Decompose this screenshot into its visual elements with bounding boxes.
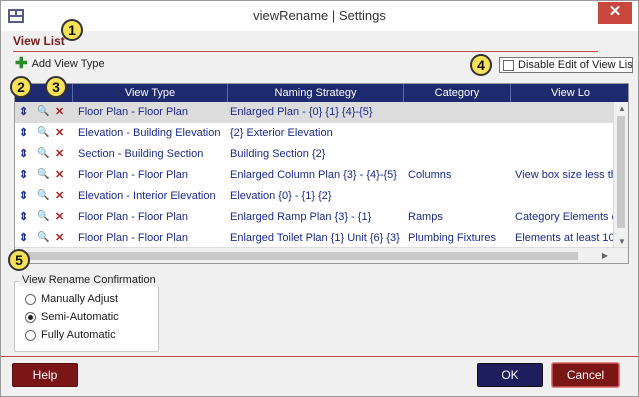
table-row[interactable]: ⇕ 🔍 ✕ Floor Plan - Floor Plan Enlarged Toile… xyxy=(15,228,628,249)
table-row[interactable]: ⇕ 🔍 ✕ Floor Plan - Floor Plan Enlarged Plan … xyxy=(15,102,628,123)
horizontal-scrollbar[interactable]: ▶ xyxy=(15,247,628,263)
ok-button[interactable]: OK xyxy=(477,363,543,387)
cell-view-logic xyxy=(515,144,613,165)
callout-3: 3 xyxy=(45,76,67,98)
cell-view-type: Elevation - Interior Elevation xyxy=(78,190,216,202)
table-row[interactable]: ⇕ 🔍 ✕ Elevation - Interior Elevation Elevati… xyxy=(15,186,628,207)
cell-view-logic xyxy=(515,123,613,144)
cell-category xyxy=(408,123,509,144)
radio-option[interactable]: Semi-Automatic xyxy=(25,311,119,323)
cell-view-type: Floor Plan - Floor Plan xyxy=(78,106,189,118)
move-icon[interactable]: ⇕ xyxy=(19,169,28,181)
table-row[interactable]: ⇕ 🔍 ✕ Floor Plan - Floor Plan Enlarged Ramp … xyxy=(15,207,628,228)
callout-2: 2 xyxy=(10,76,32,98)
checkbox-box[interactable] xyxy=(503,59,514,71)
delete-icon[interactable]: ✕ xyxy=(55,190,64,202)
vertical-scroll-thumb[interactable] xyxy=(617,116,625,228)
scroll-right-icon[interactable]: ▶ xyxy=(602,251,608,260)
radio-option[interactable]: Manually Adjust xyxy=(25,293,118,305)
cell-view-logic: Elements at least 10% xyxy=(515,232,613,244)
settings-window: viewRename | Settings ✕ View List ✚ Add … xyxy=(0,0,639,397)
radio-button[interactable] xyxy=(25,311,36,323)
view-icon[interactable]: 🔍 xyxy=(37,211,49,223)
cell-naming-strategy: Enlarged Column Plan {3} - {4}-{5} xyxy=(230,169,397,181)
header-view-type[interactable]: View Type xyxy=(72,84,227,102)
move-icon[interactable]: ⇕ xyxy=(19,190,28,202)
view-icon[interactable]: 🔍 xyxy=(37,148,49,160)
cell-category: Columns xyxy=(408,169,452,181)
cell-naming-strategy: Enlarged Toilet Plan {1} Unit {6} {3} xyxy=(230,232,400,244)
table-row[interactable]: ⇕ 🔍 ✕ Floor Plan - Floor Plan Enlarged Colum… xyxy=(15,165,628,186)
header-naming-strategy[interactable]: Naming Strategy xyxy=(227,84,403,102)
view-icon[interactable]: 🔍 xyxy=(37,190,49,202)
view-list-heading: View List xyxy=(13,34,65,48)
vertical-scrollbar[interactable]: ▲ ▼ xyxy=(613,102,628,248)
cell-category: Plumbing Fixtures xyxy=(408,232,497,244)
view-icon[interactable]: 🔍 xyxy=(37,232,49,244)
divider xyxy=(13,51,598,52)
header-view-logic[interactable]: View Lo xyxy=(510,84,628,102)
cell-view-logic xyxy=(515,102,613,123)
cell-view-type: Floor Plan - Floor Plan xyxy=(78,169,189,181)
move-icon[interactable]: ⇕ xyxy=(19,127,28,139)
radio-button[interactable] xyxy=(25,293,36,305)
move-icon[interactable]: ⇕ xyxy=(19,106,28,118)
cell-category xyxy=(408,102,509,123)
header-category[interactable]: Category xyxy=(403,84,510,102)
delete-icon[interactable]: ✕ xyxy=(55,169,64,181)
move-icon[interactable]: ⇕ xyxy=(19,211,28,223)
add-view-type-button[interactable]: ✚ Add View Type xyxy=(15,55,105,72)
scroll-down-icon[interactable]: ▼ xyxy=(618,237,626,246)
cell-naming-strategy: Enlarged Ramp Plan {3} - {1} xyxy=(230,211,372,223)
disable-edit-label: Disable Edit of View List xyxy=(518,59,633,71)
delete-icon[interactable]: ✕ xyxy=(55,232,64,244)
add-view-type-label: Add View Type xyxy=(31,58,105,70)
title-bar: viewRename | Settings ✕ xyxy=(1,1,638,31)
radio-button[interactable] xyxy=(25,329,36,341)
cell-view-type: Elevation - Building Elevation xyxy=(78,127,221,139)
table-row[interactable]: ⇕ 🔍 ✕ Section - Building Section Building Se… xyxy=(15,144,628,165)
radio-label: Manually Adjust xyxy=(41,293,119,305)
delete-icon[interactable]: ✕ xyxy=(55,106,64,118)
view-icon[interactable]: 🔍 xyxy=(37,106,49,118)
confirmation-title: View Rename Confirmation xyxy=(19,274,159,286)
cell-naming-strategy: Enlarged Plan - {0} {1} {4}-{5} xyxy=(230,106,373,118)
delete-icon[interactable]: ✕ xyxy=(55,127,64,139)
disable-edit-checkbox[interactable]: Disable Edit of View List xyxy=(499,57,633,73)
cell-category: Ramps xyxy=(408,211,443,223)
cancel-button[interactable]: Cancel xyxy=(552,363,619,387)
scroll-up-icon[interactable]: ▲ xyxy=(618,104,626,113)
delete-icon[interactable]: ✕ xyxy=(55,211,64,223)
radio-label: Semi-Automatic xyxy=(41,311,119,323)
table-row[interactable]: ⇕ 🔍 ✕ Elevation - Building Elevation {2} Ext… xyxy=(15,123,628,144)
plus-icon: ✚ xyxy=(15,55,28,72)
radio-label: Fully Automatic xyxy=(41,329,116,341)
cell-view-type: Section - Building Section xyxy=(78,148,204,160)
view-icon[interactable]: 🔍 xyxy=(37,169,49,181)
cell-category xyxy=(408,144,509,165)
cell-view-type: Floor Plan - Floor Plan xyxy=(78,211,189,223)
cell-naming-strategy: {2} Exterior Elevation xyxy=(230,127,333,139)
callout-1: 1 xyxy=(61,19,83,41)
callout-4: 4 xyxy=(470,54,492,76)
callout-5: 5 xyxy=(8,249,30,271)
delete-icon[interactable]: ✕ xyxy=(55,148,64,160)
close-button[interactable]: ✕ xyxy=(598,2,632,24)
move-icon[interactable]: ⇕ xyxy=(19,148,28,160)
help-button[interactable]: Help xyxy=(12,363,78,387)
cell-view-logic: View box size less tha xyxy=(515,169,613,181)
cell-view-logic xyxy=(515,186,613,207)
move-icon[interactable]: ⇕ xyxy=(19,232,28,244)
cell-view-type: Floor Plan - Floor Plan xyxy=(78,232,189,244)
cell-naming-strategy: Building Section {2} xyxy=(230,148,326,160)
radio-option[interactable]: Fully Automatic xyxy=(25,329,116,341)
window-title: viewRename | Settings xyxy=(253,8,386,23)
cell-category xyxy=(408,186,509,207)
horizontal-scroll-thumb[interactable] xyxy=(18,252,578,260)
grid-header: View Type Naming Strategy Category View … xyxy=(15,84,628,102)
view-types-grid: View Type Naming Strategy Category View … xyxy=(14,83,629,264)
view-icon[interactable]: 🔍 xyxy=(37,127,49,139)
cell-view-logic: Category Elements o xyxy=(515,211,613,223)
cell-naming-strategy: Elevation {0} - {1} {2} xyxy=(230,190,332,202)
